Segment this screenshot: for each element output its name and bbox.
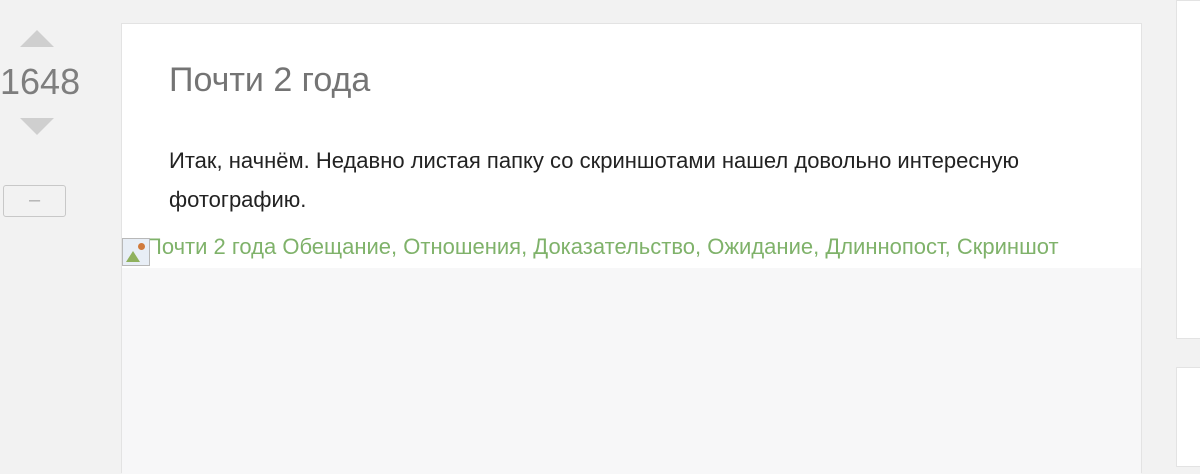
sidebar-panel xyxy=(1176,0,1200,339)
upvote-arrow-icon[interactable] xyxy=(20,30,54,47)
story-title[interactable]: Почти 2 года xyxy=(169,60,370,100)
collapse-story-button[interactable]: – xyxy=(3,185,66,217)
story-image-area xyxy=(122,268,1141,474)
story-card: Почти 2 года Итак, начнём. Недавно листа… xyxy=(121,23,1142,474)
downvote-arrow-icon[interactable] xyxy=(20,118,54,135)
sidebar-panel-secondary xyxy=(1176,367,1200,467)
broken-image-icon xyxy=(122,238,150,266)
image-alt-text[interactable]: Почти 2 года Обещание, Отношения, Доказа… xyxy=(146,238,1059,262)
story-rating: 1648 xyxy=(0,61,81,102)
story-image[interactable]: Почти 2 года Обещание, Отношения, Доказа… xyxy=(122,238,1141,268)
story-text: Итак, начнём. Недавно листая папку со ск… xyxy=(169,148,1020,212)
